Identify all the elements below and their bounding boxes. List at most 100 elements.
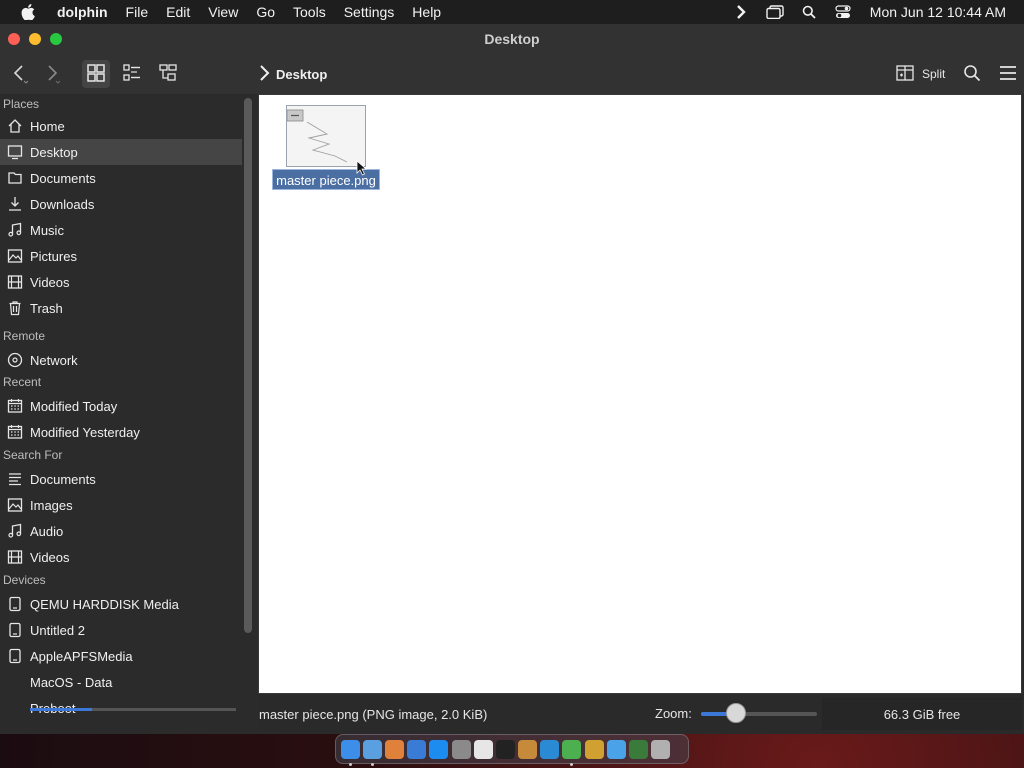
mouse-cursor-icon [356, 160, 368, 179]
trash-icon[interactable] [651, 739, 671, 759]
documents-icon [7, 170, 23, 186]
chevron-left-icon [9, 62, 31, 87]
split-button[interactable]: Split [890, 60, 951, 88]
music-icon [7, 523, 23, 539]
sidebar-item-search-images[interactable]: Images [0, 492, 258, 518]
section-recent: Recent [3, 375, 42, 389]
sidebar-item-label: Network [30, 352, 78, 368]
videos-icon [7, 549, 23, 565]
menu-tools[interactable]: Tools [284, 0, 335, 24]
status-bar: master piece.png (PNG image, 2.0 KiB) Zo… [258, 694, 1024, 734]
sidebar-item-videos[interactable]: Videos [0, 269, 258, 295]
monitor-icon[interactable] [629, 739, 649, 759]
icons-view-button[interactable] [82, 60, 110, 88]
sidebar-item-label: Desktop [30, 144, 78, 160]
sidebar-item-music[interactable]: Music [0, 217, 258, 243]
sidebar-item-trash[interactable]: Trash [0, 295, 258, 321]
safari-icon[interactable] [407, 739, 427, 759]
sidebar-item-network[interactable]: Network [0, 347, 258, 373]
search-icon [963, 64, 981, 85]
sidebar-item-downloads[interactable]: Downloads [0, 191, 258, 217]
sidebar-item-modified-yesterday[interactable]: Modified Yesterday [0, 419, 258, 445]
menu-settings[interactable]: Settings [335, 0, 404, 24]
sidebar-item-pictures[interactable]: Pictures [0, 243, 258, 269]
breadcrumb[interactable]: Desktop [258, 64, 327, 85]
sidebar-item-macos-data[interactable]: MacOS - Data [0, 669, 258, 695]
places-sidebar: Places Home Desktop Documents Downloads … [0, 94, 258, 734]
search-button[interactable] [958, 60, 986, 88]
terminal-icon[interactable] [495, 739, 515, 759]
zoom-slider-handle[interactable] [725, 703, 746, 723]
menu-go[interactable]: Go [247, 0, 284, 24]
music-icon [7, 222, 23, 238]
chevron-right-icon[interactable] [730, 2, 752, 22]
forward-button[interactable] [38, 60, 66, 88]
spotlight-icon[interactable] [798, 2, 820, 22]
free-space-indicator[interactable]: 66.3 GiB free [822, 698, 1022, 730]
launchpad-icon[interactable] [384, 739, 404, 759]
clock[interactable]: Mon Jun 12 10:44 AM [870, 4, 1006, 20]
sidebar-item-label: Videos [30, 549, 70, 565]
title-bar[interactable]: Desktop [0, 24, 1024, 54]
sidebar-item-label: Modified Yesterday [30, 424, 140, 440]
sidebar-item-untitled-2[interactable]: Untitled 2 [0, 617, 258, 643]
sidebar-item-label: Documents [30, 170, 96, 186]
sidebar-item-label: Untitled 2 [30, 622, 85, 638]
sidebar-item-search-documents[interactable]: Documents [0, 466, 258, 492]
folder-icon[interactable] [606, 739, 626, 759]
sidebar-item-label: Documents [30, 471, 96, 487]
control-center-icon[interactable] [832, 2, 854, 22]
section-devices: Devices [3, 573, 46, 587]
zoom-slider[interactable] [701, 712, 817, 716]
blank-icon-spacer [7, 674, 23, 690]
sidebar-item-label: Videos [30, 274, 70, 290]
compact-view-button[interactable] [118, 60, 146, 88]
sidebar-item-home[interactable]: Home [0, 113, 258, 139]
videos-icon [7, 274, 23, 290]
sidebar-item-documents[interactable]: Documents [0, 165, 258, 191]
sidebar-item-appleapfsmedia[interactable]: AppleAPFSMedia [0, 643, 258, 669]
sidebar-item-search-audio[interactable]: Audio [0, 518, 258, 544]
menu-button[interactable] [994, 60, 1022, 88]
settings-icon[interactable] [451, 739, 471, 759]
dock [335, 734, 689, 766]
breadcrumb-desktop[interactable]: Desktop [276, 67, 327, 82]
menu-view[interactable]: View [199, 0, 247, 24]
menu-edit[interactable]: Edit [157, 0, 199, 24]
chrome-icon[interactable] [562, 739, 582, 766]
apple-icon[interactable] [18, 2, 38, 22]
menu-app-name[interactable]: dolphin [48, 0, 117, 24]
details-view-button[interactable] [154, 60, 182, 88]
split-label: Split [922, 67, 946, 81]
running-indicator [370, 762, 374, 766]
tools-icon[interactable] [584, 739, 604, 759]
image-thumbnail[interactable] [286, 105, 366, 167]
disk-usage-bar [30, 708, 236, 711]
finder-icon[interactable] [340, 739, 360, 766]
menu-file[interactable]: File [117, 0, 158, 24]
vscode-icon[interactable] [540, 739, 560, 759]
text-editor-icon[interactable] [473, 739, 493, 759]
sidebar-scrollbar[interactable] [244, 98, 252, 633]
compact-view-icon [123, 63, 141, 85]
chevron-right-icon [258, 64, 270, 85]
back-button[interactable] [6, 60, 34, 88]
sidebar-item-desktop[interactable]: Desktop [0, 139, 242, 165]
windows-icon[interactable] [764, 2, 786, 22]
sidebar-item-modified-today[interactable]: Modified Today [0, 393, 258, 419]
files-icon[interactable] [362, 739, 382, 766]
grid-view-icon [87, 63, 105, 85]
file-view[interactable]: master piece.png [258, 94, 1022, 694]
menu-help[interactable]: Help [403, 0, 450, 24]
sidebar-item-label: Trash [30, 300, 63, 316]
app-store-icon[interactable] [429, 739, 449, 759]
blank-icon-spacer [7, 700, 23, 716]
sidebar-item-label: Home [30, 118, 65, 134]
sidebar-item-label: MacOS - Data [30, 674, 113, 690]
sidebar-item-qemu-harddisk[interactable]: QEMU HARDDISK Media [0, 591, 258, 617]
dolphin-window: Desktop Desktop Split Places Home Deskto… [0, 24, 1024, 734]
sidebar-item-label: Images [30, 497, 73, 513]
sidebar-item-label: Modified Today [30, 398, 118, 414]
brush-icon[interactable] [518, 739, 538, 759]
sidebar-item-search-videos[interactable]: Videos [0, 544, 258, 570]
